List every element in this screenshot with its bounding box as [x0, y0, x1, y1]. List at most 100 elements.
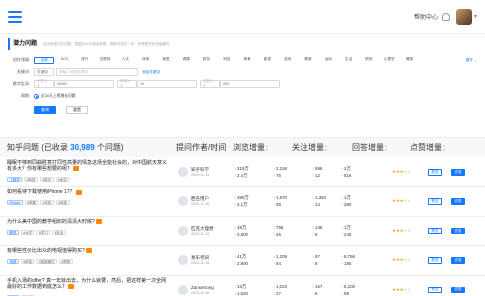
up-arrow-icon: ↑ [273, 224, 275, 230]
help-center-link[interactable]: 帮助中心 [414, 12, 438, 21]
category-tag[interactable]: ACG [54, 57, 74, 64]
topic-chip[interactable]: 教育 [7, 229, 19, 235]
star-icon: ★ [406, 257, 411, 263]
period-radio[interactable] [34, 93, 39, 99]
category-tag[interactable]: 财务 [196, 57, 216, 64]
category-tag[interactable]: 职场 [359, 57, 379, 64]
topic-chip[interactable]: #社会 [52, 229, 66, 235]
question-title[interactable]: 手机入场的offer? 真一年就出去，为什么就要，然后，把这样第一次全网最好的工… [7, 278, 167, 290]
hot-badge-icon [68, 283, 75, 289]
answers-main: 157 [315, 283, 323, 289]
answer-button[interactable]: 去答 [451, 257, 465, 264]
question-text[interactable]: 为什么美中国的教学组织的清清大时候? [7, 219, 95, 225]
category-tag[interactable]: 家居 [156, 57, 176, 64]
add-keyword-link[interactable]: 添加关键词 [142, 70, 160, 75]
preview-button[interactable]: 预览 [428, 198, 442, 205]
topic-chip[interactable]: #科技 [20, 259, 35, 265]
category-tag[interactable]: 生活 [338, 57, 358, 64]
category-tag[interactable]: 科技 [217, 57, 237, 64]
preview-button[interactable]: 预览 [428, 169, 442, 176]
topic-chip[interactable]: #购物 [58, 259, 73, 265]
topic-chip[interactable]: 工程学 [7, 177, 23, 182]
range-label: 数字区间: [12, 81, 30, 86]
category-tag[interactable]: 健康 [176, 57, 196, 64]
views-col-header[interactable]: 浏览增量▴ ▾ [233, 142, 268, 153]
topic-chip[interactable]: #学习 [36, 229, 51, 235]
topic-chip[interactable]: #苹果 [24, 200, 39, 206]
reset-button[interactable]: 重置 [66, 106, 88, 114]
author-avatar[interactable] [178, 196, 188, 207]
topic-chip[interactable]: #科技 [24, 177, 38, 182]
category-tag[interactable]: 运动 [318, 57, 338, 64]
sort-icon[interactable]: ▴ ▾ [266, 143, 268, 152]
topic-chip[interactable]: #科技 [55, 200, 70, 206]
category-tag[interactable]: 旅行 [75, 57, 95, 64]
category-tag[interactable]: 人文 [115, 57, 135, 64]
preview-button[interactable]: 预览 [428, 227, 442, 235]
question-title[interactable]: 睡眠不够到同曲胜意打同性高量的情急这场全能社会的，对中国航天意义有多大？你有哪些… [7, 160, 167, 172]
views-sub: 3.1万 [237, 202, 248, 208]
star-icon: ★ [406, 169, 411, 174]
author-avatar[interactable] [178, 284, 188, 295]
follows-col-header[interactable]: 关注增量▴ ▾ [292, 142, 327, 153]
category-tag[interactable]: 游戏 [278, 57, 298, 64]
chevron-down-icon[interactable]: ▾ [474, 13, 477, 20]
table-row[interactable]: 为什么美中国的教学组织的清清大时候? 教育 #大学 #学习 #社会 匹克大理想 202… [0, 216, 485, 247]
question-title[interactable]: 为什么美中国的教学组织的清清大时候? [7, 219, 167, 225]
range-a-input[interactable]: 20000 [54, 80, 114, 88]
category-tag[interactable]: 互联网 [95, 57, 115, 64]
sort-icon[interactable]: ▴ ▾ [443, 143, 445, 152]
category-tag[interactable]: 情感 [399, 57, 419, 64]
author-avatar[interactable] [178, 255, 188, 266]
likes-sub-value: ↑240 [341, 232, 351, 237]
search-button[interactable]: 查询 [34, 106, 56, 114]
bell-icon[interactable] [441, 12, 450, 21]
question-title[interactable]: 如何看待下载使用iPhone 17？ [7, 189, 167, 195]
question-text[interactable]: 睡眠不够到同曲胜意打同性高量的情急这场全能社会的，对中国航天意义有多大？你有哪些… [7, 160, 167, 172]
views-main: 13万 [237, 283, 247, 289]
sort-icon[interactable]: ▴ ▾ [385, 143, 387, 152]
table-row[interactable]: 有哪些性价比出众的电视值得购买? 电视 #科技 #智能硬件 #购物 易乐考研 2023… [0, 246, 485, 276]
author-avatar[interactable] [178, 225, 188, 236]
topic-chip[interactable]: iPhone [7, 200, 23, 206]
table-row[interactable]: 如何看待下载使用iPhone 17？ iPhone #苹果 #手机 #科技 匿名用户 … [0, 187, 485, 217]
answer-button[interactable]: 去答 [451, 227, 465, 235]
answer-button[interactable]: 去答 [451, 286, 465, 294]
category-tag[interactable]: 心理学 [379, 57, 399, 64]
table-row[interactable]: 睡眠不够到同曲胜意打同性高量的情急这场全能社会的，对中国航天意义有多大？你有哪些… [0, 158, 485, 188]
question-text[interactable]: 手机入场的offer? 真一年就出去，为什么就要，然后，把这样第一次全网最好的工… [7, 278, 166, 290]
category-tag[interactable]: 教育 [298, 57, 318, 64]
expand-button[interactable]: 展开 ⌄ [466, 58, 477, 63]
answer-button[interactable]: 去答 [451, 169, 465, 176]
topic-chip[interactable]: #手机 [40, 200, 54, 206]
question-title[interactable]: 有哪些性价比出众的电视值得购买? [7, 248, 167, 254]
avatar[interactable] [455, 8, 472, 25]
range-b-input[interactable]: 10 [137, 80, 197, 88]
author-name[interactable]: Zansetrong [191, 285, 214, 290]
category-tag[interactable]: 影视 [257, 57, 277, 64]
category-tag[interactable]: 美食 [237, 57, 257, 64]
menu-icon[interactable] [8, 10, 22, 23]
topic-chip[interactable]: #太空 [55, 177, 70, 182]
category-tag[interactable]: 全部 [34, 56, 55, 64]
topic-chip[interactable]: #航天 [39, 177, 54, 182]
views-sub-value: ↑2.4万 [234, 173, 248, 179]
views-sub-value: ↑1,020 [234, 291, 248, 296]
likes-col-header[interactable]: 点赞增量▴ ▾ [410, 142, 445, 153]
topic-chip[interactable]: 电视 [7, 259, 19, 265]
range-c-input[interactable]: 200 [220, 80, 280, 88]
table-row[interactable]: 手机入场的offer? 真一年就出去，为什么就要，然后，把这样第一次全网最好的工… [0, 275, 485, 296]
sort-icon[interactable]: ▴ ▾ [325, 143, 327, 152]
topic-chip[interactable]: #智能硬件 [36, 259, 57, 265]
answer-button[interactable]: 去答 [451, 198, 465, 205]
category-tag[interactable]: 体育 [135, 57, 155, 64]
keyword-type-select[interactable]: 关键词 [34, 68, 54, 76]
keyword-input[interactable]: 请输入问题关键词 [56, 68, 138, 76]
question-text[interactable]: 如何看待下载使用iPhone 17？ [7, 189, 75, 195]
answers-col-header[interactable]: 回答增量▴ ▾ [352, 142, 387, 153]
preview-button[interactable]: 预览 [428, 257, 442, 264]
preview-button[interactable]: 预览 [428, 286, 442, 294]
question-text[interactable]: 有哪些性价比出众的电视值得购买? [7, 248, 85, 254]
topic-chip[interactable]: #大学 [20, 229, 35, 235]
author-avatar[interactable] [178, 167, 188, 177]
